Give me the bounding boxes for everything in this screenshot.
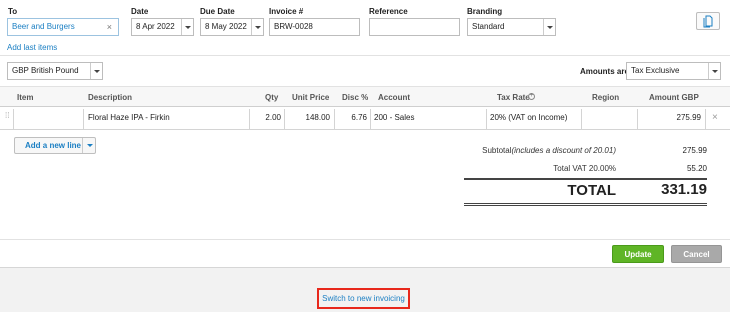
total-vat-value: 55.20 — [686, 164, 707, 173]
delete-row-icon[interactable]: × — [712, 109, 718, 129]
to-contact-value: Beer and Burgers — [12, 22, 75, 31]
reference-input[interactable] — [369, 18, 460, 36]
divider — [486, 109, 487, 129]
divider — [581, 109, 582, 129]
row-unit-price-cell[interactable]: 148.00 — [287, 109, 330, 129]
subtotal-label: Subtotal(includes a discount of 20.01) — [440, 146, 616, 155]
due-date-label: Due Date — [200, 7, 235, 16]
subtotal-text: Subtotal — [482, 146, 512, 155]
col-tax-rate: Tax Rate — [497, 93, 530, 102]
row-qty-cell[interactable]: 2.00 — [252, 109, 281, 129]
divider — [249, 109, 250, 129]
row-disc-cell[interactable]: 6.76 — [337, 109, 367, 129]
subtotal-discount-note: (includes a discount of 20.01) — [511, 146, 616, 155]
branding-select[interactable]: Standard — [467, 18, 556, 36]
divider — [334, 109, 335, 129]
row-tax-rate-cell[interactable]: 20% (VAT on Income) — [490, 109, 567, 129]
date-dropdown-icon[interactable] — [181, 19, 193, 35]
total-vat-label: Total VAT 20.00% — [553, 164, 616, 173]
total-rule-bottom — [464, 203, 707, 206]
row-amount-cell[interactable]: 275.99 — [640, 109, 701, 129]
tax-rate-info-icon[interactable]: + — [528, 93, 535, 100]
cancel-button[interactable]: Cancel — [671, 245, 722, 263]
divider — [370, 109, 371, 129]
drag-handle-icon[interactable]: ⁞⁞ — [5, 112, 9, 120]
document-options-button[interactable] — [696, 12, 720, 30]
date-value: 8 Apr 2022 — [136, 22, 175, 31]
total-rule-top — [464, 178, 707, 180]
row-region-cell[interactable] — [585, 109, 635, 129]
col-amount: Amount GBP — [649, 93, 699, 102]
col-account: Account — [378, 93, 410, 102]
clear-contact-icon[interactable]: × — [107, 19, 112, 35]
due-date-dropdown-icon[interactable] — [251, 19, 263, 35]
amounts-are-label: Amounts are — [580, 67, 629, 76]
date-label: Date — [131, 7, 149, 16]
divider — [705, 109, 706, 129]
branding-dropdown-icon[interactable] — [543, 19, 555, 35]
amounts-are-dropdown-icon[interactable] — [708, 63, 720, 79]
col-unit-price: Unit Price — [292, 93, 330, 102]
add-new-line-label: Add a new line — [25, 141, 82, 150]
col-description: Description — [88, 93, 133, 102]
divider — [0, 55, 730, 56]
to-contact-input[interactable]: Beer and Burgers × — [7, 18, 119, 36]
switch-to-new-invoicing-link[interactable]: Switch to new invoicing — [317, 294, 410, 303]
to-label: To — [8, 7, 18, 16]
invoice-panel: To Date Due Date Invoice # Reference Bra… — [0, 0, 730, 268]
invoice-number-input[interactable]: BRW-0028 — [269, 18, 360, 36]
add-new-line-button[interactable]: Add a new line — [14, 137, 96, 154]
document-icon — [703, 15, 713, 28]
col-region: Region — [592, 93, 620, 102]
row-description-cell[interactable]: Floral Haze IPA - Firkin — [88, 109, 170, 129]
row-account-cell[interactable]: 200 - Sales — [374, 109, 414, 129]
branding-label: Branding — [467, 7, 503, 16]
divider — [13, 109, 14, 129]
row-item-cell[interactable] — [17, 109, 83, 129]
currency-dropdown-icon[interactable] — [90, 63, 102, 79]
update-button[interactable]: Update — [612, 245, 664, 263]
add-last-items-link[interactable]: Add last items — [7, 43, 57, 52]
col-item: Item — [17, 93, 34, 102]
currency-value: GBP British Pound — [12, 66, 79, 75]
branding-value: Standard — [472, 22, 505, 31]
reference-label: Reference — [369, 7, 408, 16]
invoice-number-label: Invoice # — [269, 7, 304, 16]
amounts-are-value: Tax Exclusive — [631, 66, 680, 75]
col-disc: Disc % — [342, 93, 369, 102]
divider — [284, 109, 285, 129]
invoice-number-value: BRW-0028 — [274, 22, 313, 31]
amounts-are-select[interactable]: Tax Exclusive — [626, 62, 721, 80]
date-input[interactable]: 8 Apr 2022 — [131, 18, 194, 36]
add-line-options-button[interactable] — [82, 138, 96, 153]
divider — [637, 109, 638, 129]
subtotal-value: 275.99 — [682, 146, 707, 155]
total-value: 331.19 — [661, 181, 707, 198]
due-date-input[interactable]: 8 May 2022 — [200, 18, 264, 36]
divider — [0, 239, 730, 240]
total-label: TOTAL — [567, 182, 616, 199]
col-qty: Qty — [265, 93, 279, 102]
due-date-value: 8 May 2022 — [205, 22, 247, 31]
divider — [83, 109, 84, 129]
currency-select[interactable]: GBP British Pound — [7, 62, 103, 80]
chevron-down-icon — [87, 144, 93, 147]
